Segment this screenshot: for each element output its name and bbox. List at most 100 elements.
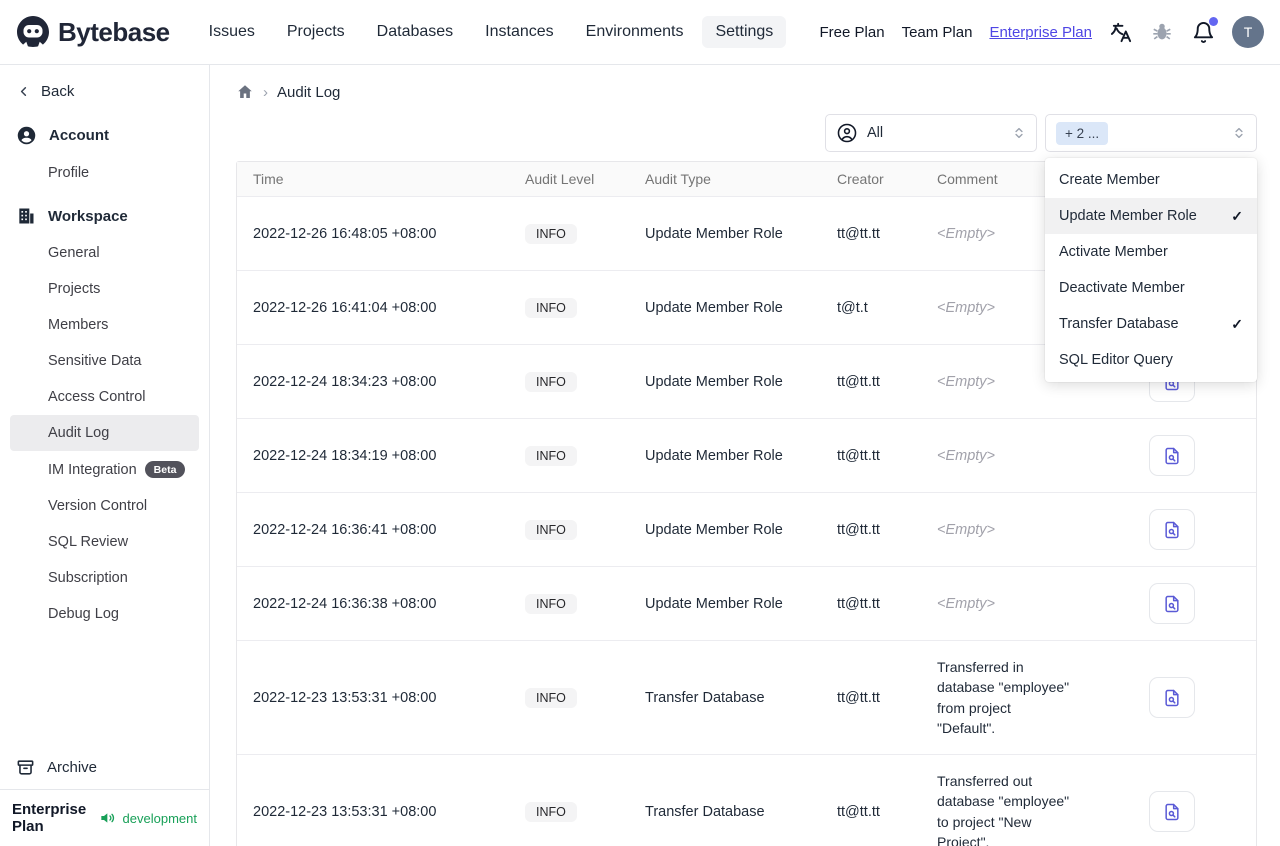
check-icon: ✓ [1231,315,1243,332]
row-audit-type: Transfer Database [645,689,765,706]
view-detail-button[interactable] [1148,677,1195,719]
sidebar-group-account: Account [0,116,209,155]
back-chevron-icon [16,84,31,99]
translate-icon[interactable] [1109,20,1133,44]
sidebar-item-access-control[interactable]: Access Control [10,379,199,415]
row-audit-type: Update Member Role [645,447,783,464]
sidebar-item-profile[interactable]: Profile [10,155,199,191]
level-badge: INFO [525,687,577,708]
row-comment: <Empty> [937,521,996,538]
archive-link[interactable]: Archive [0,746,209,789]
user-avatar[interactable]: T [1232,16,1264,48]
building-icon [16,206,36,226]
table-row: 2022-12-24 16:36:41 +08:00 INFO Update M… [237,493,1256,567]
breadcrumb: › Audit Log [236,83,1257,101]
speaker-icon [100,810,116,826]
nav-instances[interactable]: Instances [472,16,566,48]
nav-projects[interactable]: Projects [274,16,358,48]
row-creator: tt@tt.tt [837,373,880,390]
row-audit-type: Update Member Role [645,299,783,316]
col-creator: Creator [837,171,884,187]
row-audit-type: Update Member Role [645,595,783,612]
notifications-bell-icon[interactable] [1191,17,1218,44]
bytebase-logo[interactable]: Bytebase [16,15,170,49]
table-row: 2022-12-24 18:34:19 +08:00 INFO Update M… [237,419,1256,493]
sidebar-item-debug-log[interactable]: Debug Log [10,596,199,632]
row-comment: Transferred out database "employee" to p… [937,773,1070,846]
row-time: 2022-12-24 18:34:23 +08:00 [253,373,437,390]
creator-filter-select[interactable]: All [825,114,1037,152]
level-badge: INFO [525,445,577,466]
main-nav: Issues Projects Databases Instances Envi… [196,16,787,48]
level-badge: INFO [525,593,577,614]
nav-issues[interactable]: Issues [196,16,268,48]
chevron-updown-icon [1012,126,1026,140]
sidebar-item-projects[interactable]: Projects [10,271,199,307]
sidebar-item-general[interactable]: General [10,235,199,271]
notification-dot [1209,17,1218,26]
row-time: 2022-12-24 18:34:19 +08:00 [253,447,437,464]
menu-item-activate-member[interactable]: Activate Member [1045,234,1257,270]
row-time: 2022-12-26 16:48:05 +08:00 [253,225,437,242]
back-button[interactable]: Back [16,83,193,100]
view-detail-button[interactable] [1148,435,1195,476]
level-badge: INFO [525,297,577,318]
sidebar-item-audit-log[interactable]: Audit Log [10,415,199,451]
team-plan-link[interactable]: Team Plan [902,24,973,41]
row-audit-type: Update Member Role [645,225,783,242]
filter-row: All + 2 ... [236,114,1257,152]
nav-databases[interactable]: Databases [364,16,467,48]
sidebar-item-sql-review[interactable]: SQL Review [10,524,199,560]
view-detail-button[interactable] [1148,791,1195,833]
level-badge: INFO [525,519,577,540]
top-navigation: Bytebase Issues Projects Databases Insta… [0,0,1280,65]
user-circle-filter-icon [836,122,858,144]
sidebar-item-subscription[interactable]: Subscription [10,560,199,596]
menu-item-update-member-role[interactable]: Update Member Role ✓ [1045,198,1257,234]
sidebar-item-im-integration[interactable]: IM Integration Beta [10,451,199,488]
beta-badge: Beta [144,461,186,478]
row-comment: <Empty> [937,595,996,612]
sidebar-item-version-control[interactable]: Version Control [10,488,199,524]
enterprise-plan-link[interactable]: Enterprise Plan [989,24,1092,41]
audit-type-dropdown-menu: Create Member Update Member Role ✓ Activ… [1045,158,1257,382]
free-plan-link[interactable]: Free Plan [820,24,885,41]
level-badge: INFO [525,371,577,392]
row-comment: Transferred in database "employee" from … [937,659,1070,736]
sidebar-item-members[interactable]: Members [10,307,199,343]
sidebar-item-sensitive-data[interactable]: Sensitive Data [10,343,199,379]
home-icon[interactable] [236,83,254,101]
row-time: 2022-12-23 13:53:31 +08:00 [253,803,437,820]
col-audit-level: Audit Level [525,171,595,187]
audit-type-filter-select[interactable]: + 2 ... [1045,114,1257,152]
table-row: 2022-12-23 13:53:31 +08:00 INFO Transfer… [237,755,1256,846]
check-icon: ✓ [1231,207,1243,224]
col-audit-type: Audit Type [645,171,711,187]
menu-item-create-member[interactable]: Create Member [1045,162,1257,198]
row-creator: tt@tt.tt [837,447,880,464]
view-detail-button[interactable] [1148,509,1195,550]
level-badge: INFO [525,801,577,822]
view-detail-button[interactable] [1148,583,1195,624]
row-creator: tt@tt.tt [837,595,880,612]
row-time: 2022-12-24 16:36:41 +08:00 [253,521,437,538]
sidebar-group-workspace: Workspace [0,197,209,235]
menu-item-deactivate-member[interactable]: Deactivate Member [1045,270,1257,306]
menu-item-sql-editor-query[interactable]: SQL Editor Query [1045,342,1257,378]
row-creator: tt@tt.tt [837,225,880,242]
topnav-right: Free Plan Team Plan Enterprise Plan T [820,16,1264,48]
table-row: 2022-12-24 16:36:38 +08:00 INFO Update M… [237,567,1256,641]
audit-type-filter-tag: + 2 ... [1056,121,1109,145]
bytebase-logo-icon [16,15,50,49]
menu-item-transfer-database[interactable]: Transfer Database ✓ [1045,306,1257,342]
brand-wordmark: Bytebase [58,16,170,47]
nav-settings[interactable]: Settings [702,16,787,48]
row-time: 2022-12-26 16:41:04 +08:00 [253,299,437,316]
nav-environments[interactable]: Environments [573,16,697,48]
row-audit-type: Transfer Database [645,803,765,820]
bug-icon[interactable] [1150,20,1174,44]
chevron-updown-icon [1232,126,1246,140]
chevron-right-icon: › [263,83,268,101]
col-time: Time [253,171,284,187]
row-audit-type: Update Member Role [645,373,783,390]
